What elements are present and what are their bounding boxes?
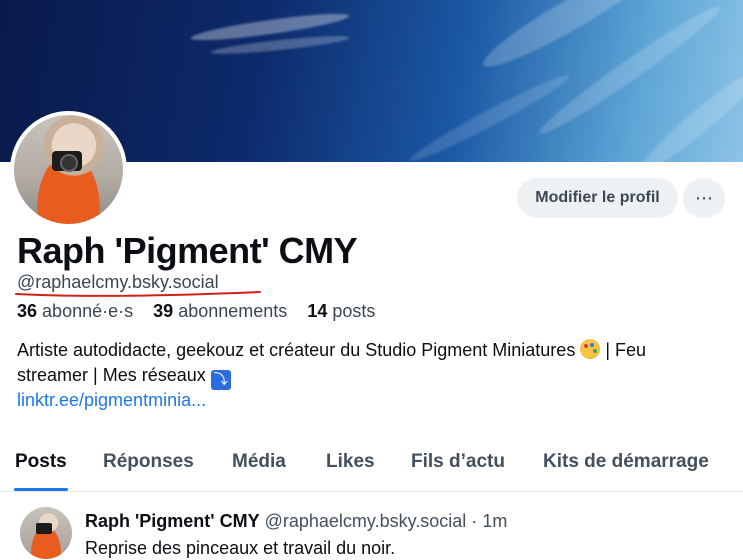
post-header: Raph 'Pigment' CMY @raphaelcmy.bsky.soci… bbox=[85, 511, 507, 532]
post-separator: · bbox=[471, 511, 478, 531]
tab-posts[interactable]: Posts bbox=[15, 451, 67, 473]
profile-bio: Artiste autodidacte, geekouz et créateur… bbox=[17, 339, 647, 390]
palette-icon bbox=[580, 339, 601, 359]
followers-stat[interactable]: 36 abonné·e·s bbox=[17, 301, 133, 321]
tab-likes[interactable]: Likes bbox=[326, 451, 375, 473]
tab-starter-packs[interactable]: Kits de démarrage bbox=[543, 451, 709, 473]
tab-feeds[interactable]: Fils d’actu bbox=[411, 451, 505, 473]
down-arrow-icon: ⤵ bbox=[210, 370, 231, 390]
profile-avatar[interactable] bbox=[10, 111, 127, 228]
profile-display-name: Raph 'Pigment' CMY bbox=[17, 230, 358, 271]
post-time[interactable]: 1m bbox=[482, 511, 507, 531]
more-options-button[interactable]: ⋯ bbox=[683, 178, 725, 218]
profile-tabs: Posts Réponses Média Likes Fils d’actu K… bbox=[0, 440, 743, 492]
profile-stats: 36 abonné·e·s 39 abonnements 14 posts bbox=[17, 301, 375, 322]
tab-media[interactable]: Média bbox=[232, 451, 286, 473]
active-tab-indicator bbox=[14, 488, 68, 491]
post-text: Reprise des pinceaux et travail du noir. bbox=[85, 538, 396, 558]
avatar-image bbox=[14, 115, 123, 224]
profile-link[interactable]: linktr.ee/pigmentminia... bbox=[17, 390, 206, 411]
post-author-avatar[interactable] bbox=[20, 507, 72, 559]
post-author-handle[interactable]: @raphaelcmy.bsky.social bbox=[265, 511, 467, 531]
posts-stat: 14 posts bbox=[307, 301, 376, 321]
following-stat[interactable]: 39 abonnements bbox=[153, 301, 287, 321]
camera-icon bbox=[36, 523, 52, 534]
camera-icon bbox=[52, 151, 82, 172]
red-underline-annotation bbox=[15, 291, 261, 297]
post-author-name[interactable]: Raph 'Pigment' CMY bbox=[85, 511, 260, 531]
tab-replies[interactable]: Réponses bbox=[103, 451, 194, 473]
post-item[interactable]: Raph 'Pigment' CMY @raphaelcmy.bsky.soci… bbox=[0, 493, 743, 560]
edit-profile-button[interactable]: Modifier le profil bbox=[517, 178, 678, 218]
